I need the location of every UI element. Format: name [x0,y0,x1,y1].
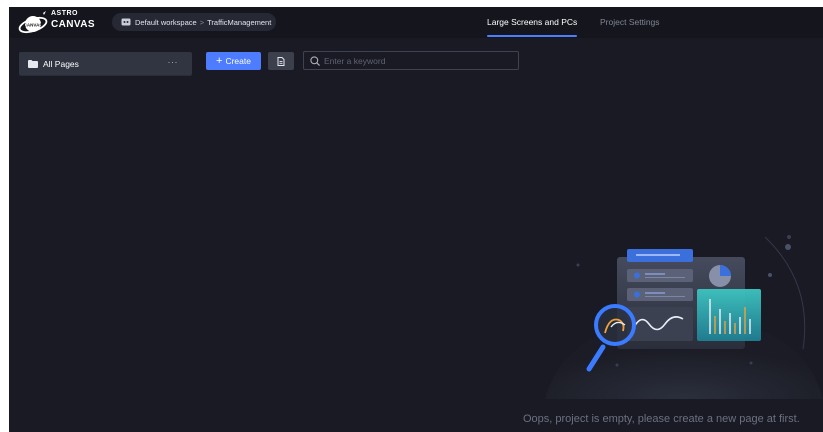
svg-text:CANVAS: CANVAS [24,23,43,28]
search-input[interactable] [324,55,504,66]
logo-text-bottom: CANVAS [51,19,95,30]
breadcrumb[interactable]: Default workspace > TrafficManagement [112,13,276,31]
search-box[interactable] [303,51,519,70]
tab-large-screens[interactable]: Large Screens and PCs [487,17,577,27]
empty-state-illustration [545,235,823,399]
search-icon [310,55,320,66]
breadcrumb-project[interactable]: TrafficManagement [207,18,271,27]
tab-project-settings[interactable]: Project Settings [600,17,660,27]
import-button[interactable] [268,52,294,70]
plus-icon: + [216,55,223,67]
app-window: CANVAS ASTRO CANVAS Default workspace > … [9,7,823,432]
breadcrumb-separator: > [199,17,205,27]
active-tab-indicator [487,35,577,37]
logo-icon: CANVAS [18,11,48,34]
sidebar-item-all-pages[interactable]: All Pages ··· [19,52,192,75]
more-icon[interactable]: ··· [168,57,179,67]
workspace-icon [121,18,131,26]
sidebar-item-label: All Pages [43,58,79,69]
empty-state-message: Oops, project is empty, please create a … [523,413,800,425]
breadcrumb-workspace[interactable]: Default workspace [135,18,197,27]
create-button[interactable]: + Create [206,52,261,70]
top-header: CANVAS ASTRO CANVAS Default workspace > … [9,7,823,38]
create-button-label: Create [225,56,251,66]
app-logo[interactable]: CANVAS ASTRO CANVAS [17,9,107,36]
folder-icon [28,59,38,68]
import-icon [277,56,285,66]
logo-text-top: ASTRO [51,10,78,17]
